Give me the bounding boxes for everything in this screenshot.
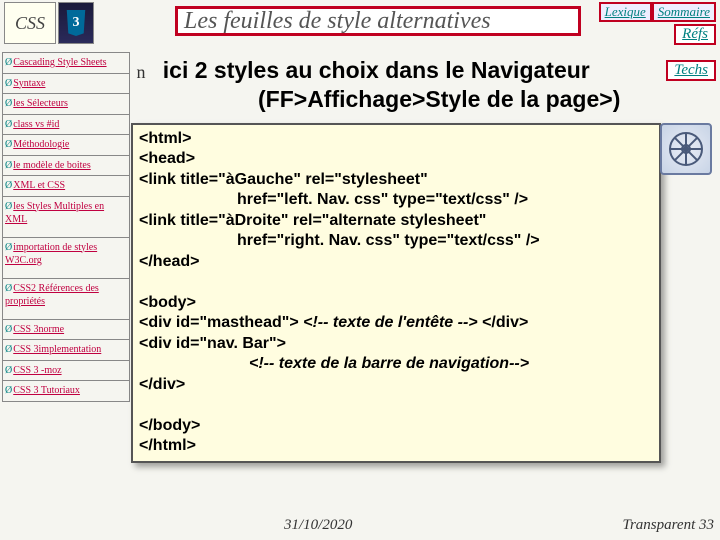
slide-number: Transparent 33: [622, 517, 714, 534]
wheel-icon: [660, 123, 712, 175]
refs-link[interactable]: Réfs: [674, 24, 716, 45]
sidebar-item[interactable]: ØSyntaxe: [2, 74, 130, 95]
sidebar-item[interactable]: ØCSS 3 -moz: [2, 361, 130, 382]
sidebar-item[interactable]: Øclass vs #id: [2, 115, 130, 136]
sidebar-item[interactable]: ØMéthodologie: [2, 135, 130, 156]
sidebar-nav: ØCascading Style Sheets ØSyntaxe Øles Sé…: [2, 52, 130, 522]
lexique-link[interactable]: Lexique: [599, 2, 652, 22]
sommaire-link[interactable]: Sommaire: [652, 2, 716, 22]
sidebar-item[interactable]: Øles Sélecteurs: [2, 94, 130, 115]
sidebar-item[interactable]: ØCSS 3 Tutoriaux: [2, 381, 130, 402]
logo-block: CSS 3: [4, 2, 122, 44]
css-logo: CSS: [4, 2, 56, 44]
sidebar-item[interactable]: Øle modèle de boites: [2, 156, 130, 177]
sidebar-item[interactable]: ØCascading Style Sheets: [2, 52, 130, 74]
top-links: Lexique Sommaire: [599, 2, 716, 22]
footer-date: 31/10/2020: [284, 517, 352, 534]
slide-title: Les feuilles de style alternatives: [175, 6, 581, 36]
sidebar-item[interactable]: Øles Styles Multiples en XML: [2, 197, 130, 238]
slide-heading: n ici 2 styles au choix dans le Navigate…: [132, 56, 680, 114]
sidebar-item[interactable]: ØCSS 3implementation: [2, 340, 130, 361]
sidebar-item[interactable]: ØCSS2 Références des propriétés: [2, 279, 130, 320]
sidebar-item[interactable]: ØXML et CSS: [2, 176, 130, 197]
sidebar-item[interactable]: Øimportation de styles W3C.org: [2, 238, 130, 279]
css3-badge: 3: [58, 2, 94, 44]
sidebar-item[interactable]: ØCSS 3norme: [2, 320, 130, 341]
code-sample: <html> <head> <link title="àGauche" rel=…: [131, 123, 661, 463]
